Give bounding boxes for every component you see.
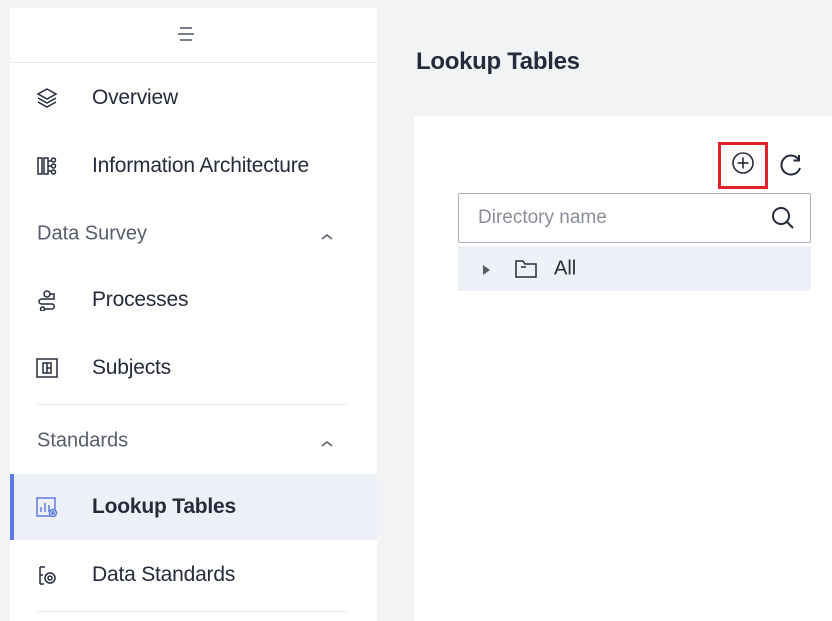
- directory-search-input[interactable]: [459, 194, 759, 242]
- sidebar-item-processes[interactable]: Processes: [10, 267, 377, 333]
- active-indicator: [10, 474, 14, 540]
- chevron-up-icon: [320, 436, 334, 447]
- subjects-icon: [36, 357, 58, 379]
- directory-panel: [414, 116, 832, 621]
- add-circle-icon: [730, 150, 756, 181]
- process-icon: [36, 289, 58, 311]
- sidebar-item-label: Subjects: [92, 356, 171, 379]
- sidebar-separator: [37, 611, 347, 612]
- chevron-up-icon: [320, 229, 334, 240]
- data-standards-icon: [36, 564, 58, 586]
- group-label: Standards: [37, 429, 129, 452]
- refresh-button[interactable]: [777, 153, 805, 181]
- layers-icon: [36, 87, 58, 109]
- sidebar-item-data-standards[interactable]: Data Standards: [10, 542, 377, 608]
- sidebar-divider: [10, 62, 377, 63]
- group-data-survey[interactable]: Data Survey: [10, 204, 377, 264]
- caret-right-icon[interactable]: [481, 263, 491, 275]
- directory-search: [458, 193, 811, 243]
- page-title: Lookup Tables: [416, 48, 580, 75]
- sidebar-item-label: Lookup Tables: [92, 495, 237, 518]
- tree-node-label: All: [554, 257, 577, 279]
- architecture-icon: [36, 155, 58, 177]
- folder-icon: [514, 258, 538, 280]
- group-label: Data Survey: [37, 222, 148, 245]
- lookup-tables-icon: [36, 496, 58, 518]
- sidebar-item-label: Information Architecture: [92, 154, 309, 177]
- sidebar-item-lookup-tables[interactable]: Lookup Tables: [10, 474, 377, 540]
- sidebar-item-subjects[interactable]: Subjects: [10, 335, 377, 401]
- sidebar-item-label: Overview: [92, 86, 178, 109]
- add-directory-button[interactable]: [718, 142, 768, 189]
- hamburger-icon[interactable]: [177, 26, 195, 42]
- sidebar-item-label: Processes: [92, 288, 189, 311]
- refresh-icon: [778, 152, 804, 183]
- sidebar-item-overview[interactable]: Overview: [10, 65, 377, 131]
- sidebar: Overview Information Architecture Data S…: [10, 8, 377, 621]
- sidebar-item-label: Data Standards: [92, 563, 236, 586]
- sidebar-item-information-architecture[interactable]: Information Architecture: [10, 133, 377, 199]
- sidebar-separator: [37, 404, 347, 405]
- group-standards[interactable]: Standards: [10, 411, 377, 471]
- search-icon[interactable]: [770, 205, 796, 231]
- tree-node-all[interactable]: All: [458, 246, 811, 291]
